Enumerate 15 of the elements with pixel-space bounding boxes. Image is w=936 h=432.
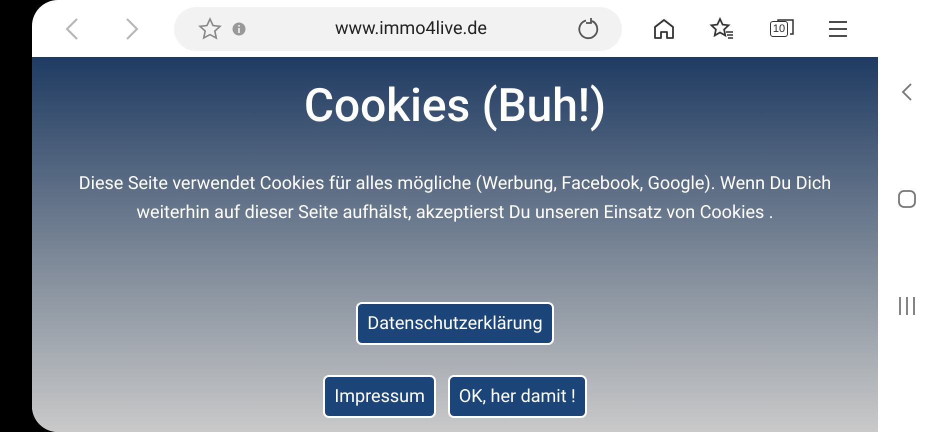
info-icon[interactable] bbox=[232, 22, 246, 36]
reload-icon[interactable] bbox=[576, 16, 600, 40]
url-text: www.immo4live.de bbox=[334, 18, 488, 39]
back-icon[interactable] bbox=[901, 82, 913, 102]
bookmarks-icon[interactable] bbox=[709, 16, 735, 40]
banner-button[interactable]: Datenschutzerklärung bbox=[356, 302, 554, 345]
recent-apps-icon[interactable] bbox=[898, 296, 916, 316]
address-bar[interactable]: www.immo4live.de bbox=[174, 6, 622, 50]
banner-text: Diese Seite verwendet Cookies für alles mögliche (Werbung, Facebook, Google). Wenn Du Dich weiterhin auf dieser Seite aufhälst, akzeptierst Du unseren Einsatz von Cookies . bbox=[78, 172, 832, 225]
banner-title: Cookies (Buh!) bbox=[304, 79, 606, 133]
banner-button[interactable]: OK, her damit ! bbox=[448, 375, 587, 418]
home-icon[interactable] bbox=[652, 16, 676, 40]
star-icon[interactable] bbox=[198, 16, 222, 40]
banner-button[interactable]: Impressum bbox=[323, 375, 436, 418]
tab-count[interactable]: 10 bbox=[770, 20, 788, 36]
